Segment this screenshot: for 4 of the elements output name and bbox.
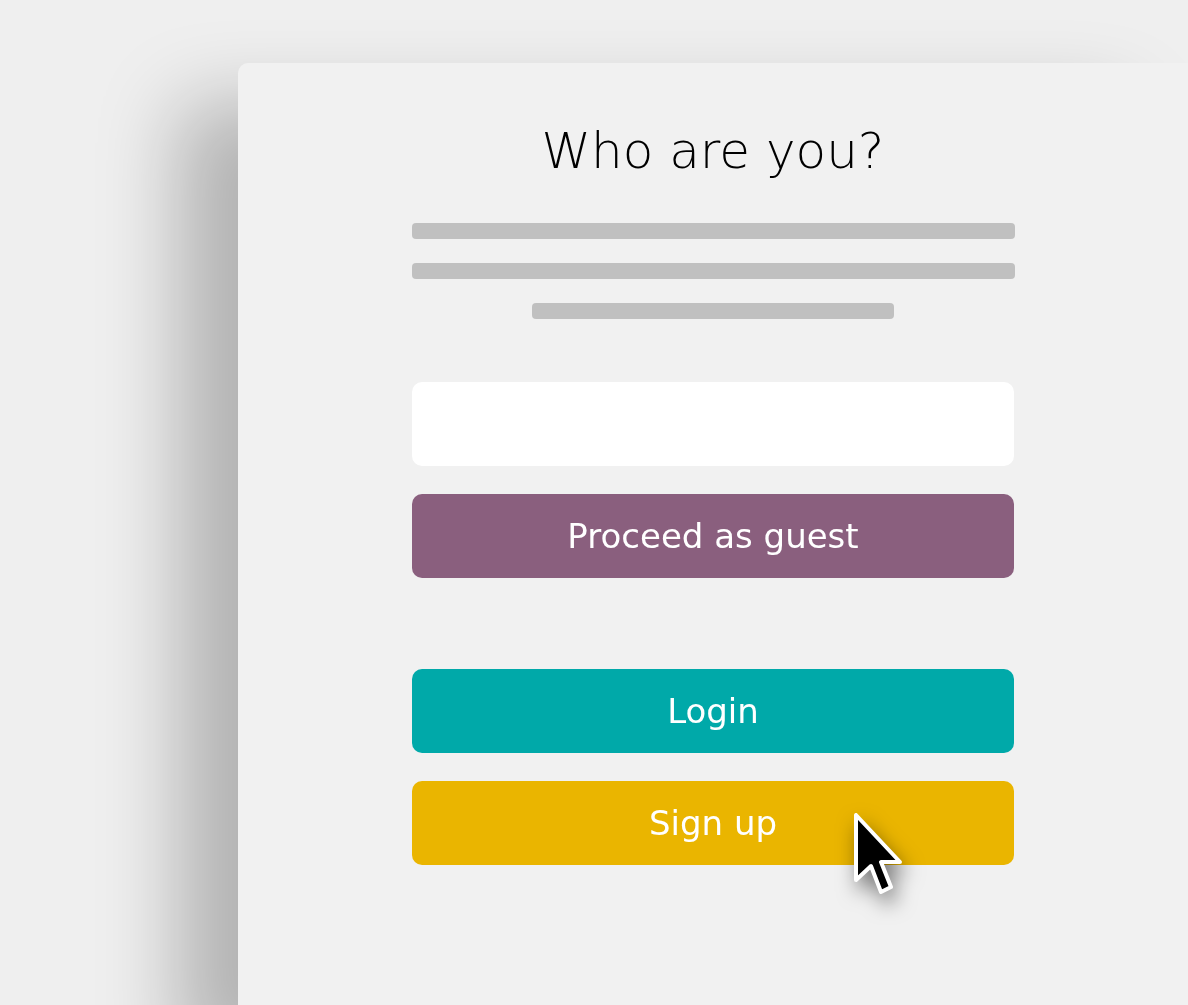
dialog-title: Who are you? <box>541 121 885 181</box>
action-button[interactable]: Login <box>412 669 1014 753</box>
action-button[interactable]: Sign up <box>412 781 1014 865</box>
action-button[interactable]: Proceed as guest <box>412 494 1014 578</box>
